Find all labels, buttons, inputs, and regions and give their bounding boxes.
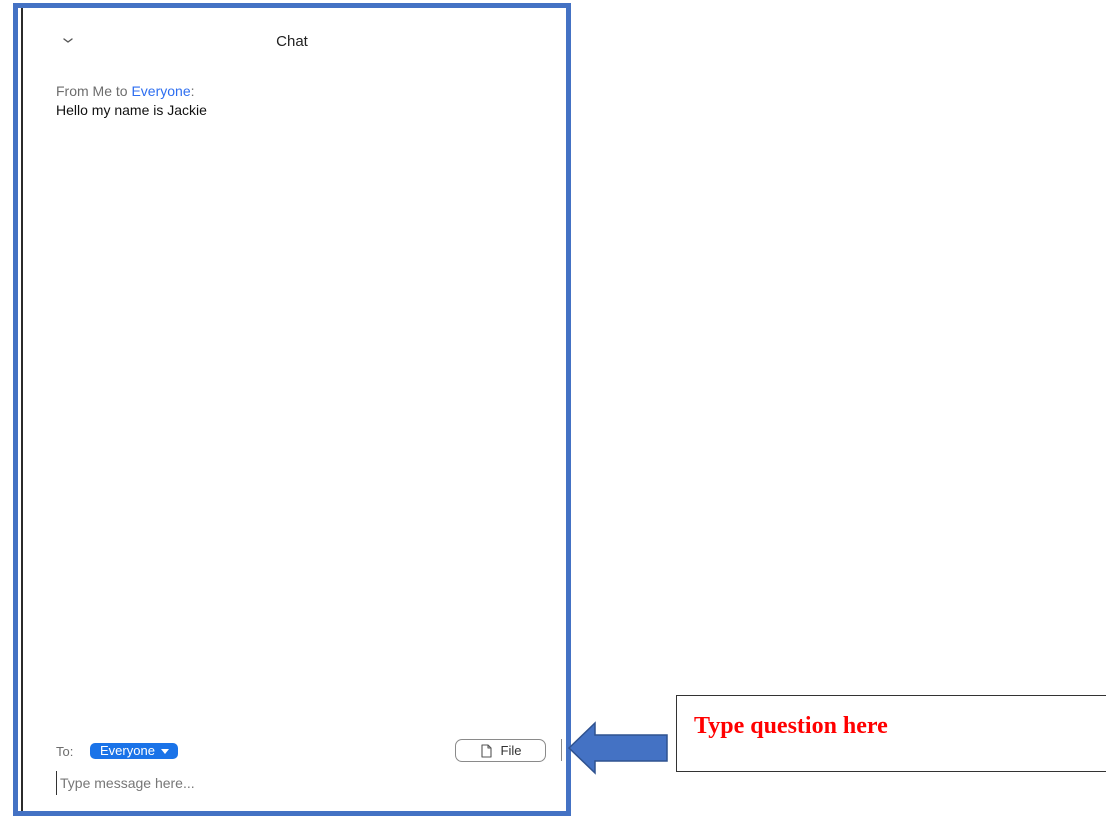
message-text: Hello my name is Jackie [56,102,207,118]
dropdown-caret-icon [160,748,169,754]
file-button-label: File [500,743,522,758]
callout-box: Type question here [676,695,1106,772]
arrow-left-icon [568,721,668,775]
recipient-dropdown[interactable]: Everyone [90,743,178,759]
panel-edge [21,8,23,811]
callout-text: Type question here [694,713,888,739]
message-header: From Me to Everyone: [56,83,195,99]
recipient-dropdown-value: Everyone [100,743,155,758]
chat-title: Chat [276,33,308,50]
message-recipient: Everyone [131,83,191,99]
message-header-colon: : [190,83,195,99]
file-button[interactable]: File [455,739,546,762]
message-sender: From Me to [56,83,132,99]
file-icon [480,743,492,758]
more-button-edge [561,739,562,761]
message-input[interactable] [56,771,540,795]
chat-panel: Chat From Me to Everyone: Hello my name … [13,3,571,816]
to-label: To: [56,744,74,759]
